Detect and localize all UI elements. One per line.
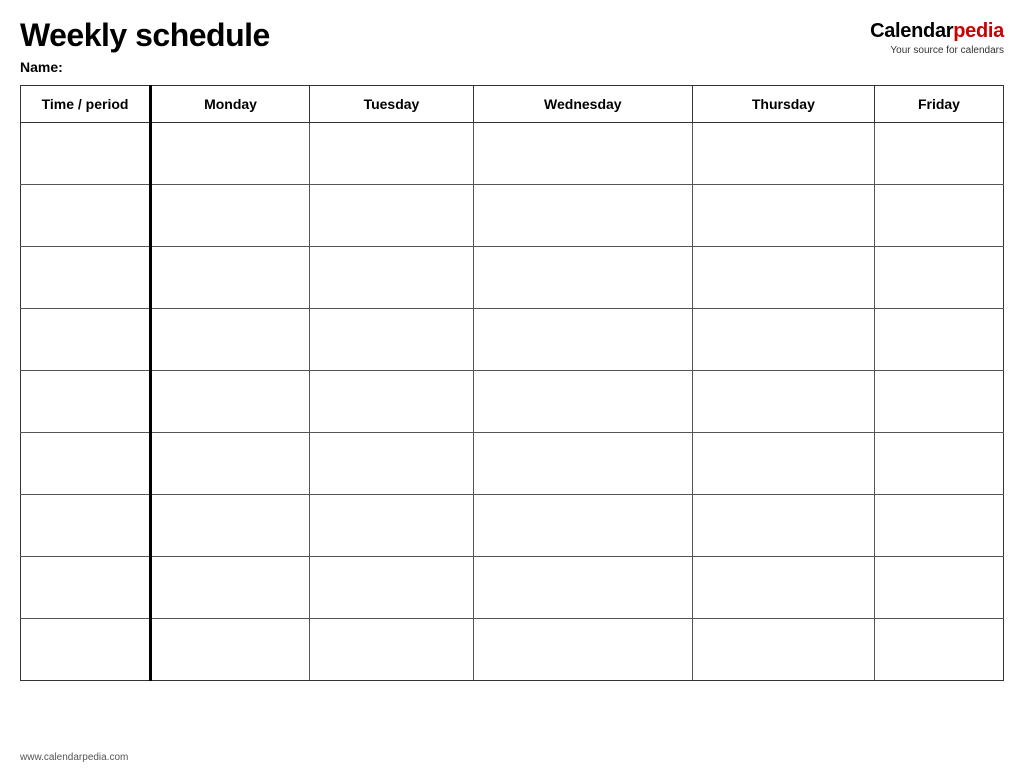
col-header-wednesday: Wednesday (473, 86, 692, 123)
day-cell[interactable] (874, 185, 1003, 247)
time-cell[interactable] (21, 309, 151, 371)
table-row (21, 557, 1004, 619)
time-cell[interactable] (21, 123, 151, 185)
day-cell[interactable] (473, 619, 692, 681)
table-header-row: Time / period Monday Tuesday Wednesday T… (21, 86, 1004, 123)
title-block: Weekly schedule Name: (20, 18, 270, 75)
day-cell[interactable] (473, 433, 692, 495)
day-cell[interactable] (874, 619, 1003, 681)
day-cell[interactable] (692, 495, 874, 557)
time-cell[interactable] (21, 557, 151, 619)
day-cell[interactable] (310, 557, 474, 619)
day-cell[interactable] (692, 433, 874, 495)
time-cell[interactable] (21, 495, 151, 557)
day-cell[interactable] (473, 309, 692, 371)
table-row (21, 309, 1004, 371)
day-cell[interactable] (692, 619, 874, 681)
col-header-friday: Friday (874, 86, 1003, 123)
day-cell[interactable] (473, 185, 692, 247)
day-cell[interactable] (151, 495, 310, 557)
day-cell[interactable] (151, 619, 310, 681)
day-cell[interactable] (874, 495, 1003, 557)
day-cell[interactable] (874, 433, 1003, 495)
page-title: Weekly schedule (20, 18, 270, 53)
table-row (21, 619, 1004, 681)
day-cell[interactable] (310, 495, 474, 557)
time-cell[interactable] (21, 619, 151, 681)
day-cell[interactable] (310, 433, 474, 495)
day-cell[interactable] (151, 309, 310, 371)
table-body (21, 123, 1004, 681)
time-cell[interactable] (21, 371, 151, 433)
day-cell[interactable] (151, 557, 310, 619)
day-cell[interactable] (692, 185, 874, 247)
day-cell[interactable] (310, 309, 474, 371)
time-cell[interactable] (21, 433, 151, 495)
table-row (21, 433, 1004, 495)
day-cell[interactable] (151, 123, 310, 185)
table-row (21, 123, 1004, 185)
day-cell[interactable] (473, 247, 692, 309)
day-cell[interactable] (874, 247, 1003, 309)
day-cell[interactable] (473, 557, 692, 619)
footer-url: www.calendarpedia.com (20, 752, 128, 763)
logo-tagline: Your source for calendars (870, 44, 1004, 57)
page: Weekly schedule Name: Calendarpedia Your… (0, 0, 1024, 773)
table-row (21, 495, 1004, 557)
time-cell[interactable] (21, 247, 151, 309)
day-cell[interactable] (692, 371, 874, 433)
day-cell[interactable] (692, 557, 874, 619)
day-cell[interactable] (310, 619, 474, 681)
day-cell[interactable] (874, 123, 1003, 185)
day-cell[interactable] (473, 495, 692, 557)
table-row (21, 247, 1004, 309)
logo-block: Calendarpedia Your source for calendars (870, 18, 1004, 57)
day-cell[interactable] (151, 185, 310, 247)
day-cell[interactable] (310, 185, 474, 247)
day-cell[interactable] (692, 309, 874, 371)
col-header-tuesday: Tuesday (310, 86, 474, 123)
day-cell[interactable] (310, 247, 474, 309)
day-cell[interactable] (151, 247, 310, 309)
day-cell[interactable] (473, 371, 692, 433)
logo-text: Calendarpedia (870, 18, 1004, 44)
table-row (21, 185, 1004, 247)
day-cell[interactable] (874, 309, 1003, 371)
day-cell[interactable] (874, 371, 1003, 433)
col-header-monday: Monday (151, 86, 310, 123)
logo-pedia-part: pedia (953, 20, 1004, 42)
logo-calendar-part: Calendar (870, 20, 953, 42)
col-header-thursday: Thursday (692, 86, 874, 123)
header-area: Weekly schedule Name: Calendarpedia Your… (20, 18, 1004, 75)
col-header-time: Time / period (21, 86, 151, 123)
footer: www.calendarpedia.com (20, 752, 128, 763)
day-cell[interactable] (692, 247, 874, 309)
day-cell[interactable] (151, 371, 310, 433)
day-cell[interactable] (874, 557, 1003, 619)
day-cell[interactable] (310, 123, 474, 185)
time-cell[interactable] (21, 185, 151, 247)
name-label: Name: (20, 59, 270, 75)
schedule-table: Time / period Monday Tuesday Wednesday T… (20, 85, 1004, 681)
day-cell[interactable] (692, 123, 874, 185)
day-cell[interactable] (310, 371, 474, 433)
day-cell[interactable] (151, 433, 310, 495)
day-cell[interactable] (473, 123, 692, 185)
table-row (21, 371, 1004, 433)
